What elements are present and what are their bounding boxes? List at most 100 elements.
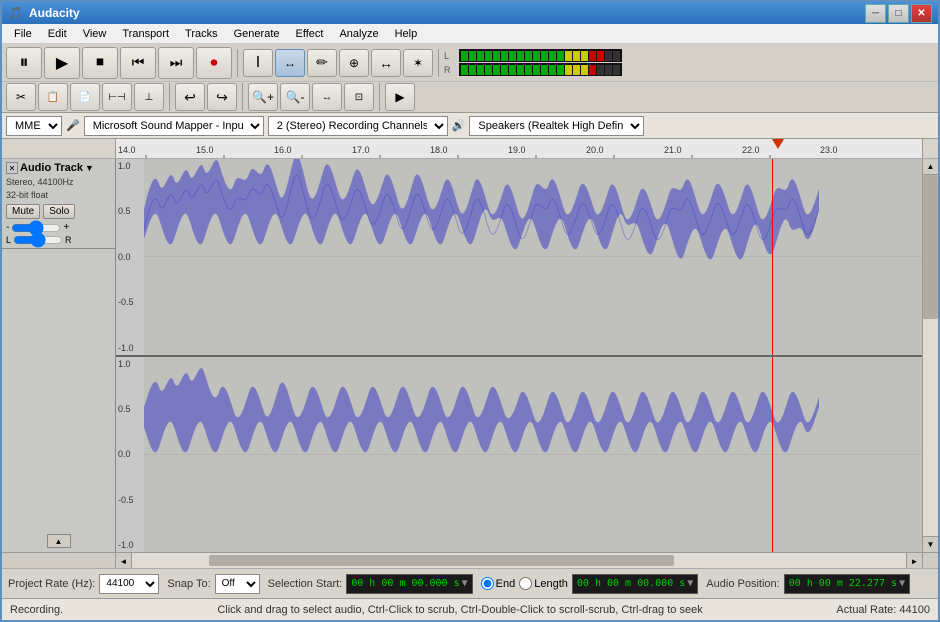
play-button[interactable]: ▶	[44, 47, 80, 79]
audio-pos-display[interactable]: 00 h 00 m 22.277 s ▼	[784, 574, 910, 594]
vu-seg	[493, 51, 500, 61]
hscroll-left-btn[interactable]: ◄	[116, 553, 132, 568]
sel-start-display[interactable]: 00 h 00 m 00.000 s ▼	[346, 574, 472, 594]
copy-button[interactable]: 📋	[38, 83, 68, 111]
hscroll-track[interactable]	[132, 553, 906, 568]
timeshift-tool[interactable]: ↔	[371, 49, 401, 77]
vu-seg	[597, 51, 604, 61]
status-hint: Click and drag to select audio, Ctrl-Cli…	[130, 604, 790, 616]
record-button[interactable]: ⏺	[196, 47, 232, 79]
audio-pos-dropdown[interactable]: ▼	[899, 578, 905, 589]
selection-tool[interactable]: ↔	[275, 49, 305, 77]
menu-analyze[interactable]: Analyze	[331, 24, 386, 43]
zoom-sel-button[interactable]: ⊡	[344, 83, 374, 111]
pause-button[interactable]: ⏸	[6, 47, 42, 79]
title-bar: 🎵 Audacity ─ □ ✕	[2, 2, 938, 24]
sel-end-dropdown[interactable]: ▼	[687, 578, 693, 589]
hscroll-left-spacer	[2, 553, 116, 568]
sel-end-display[interactable]: 00 h 00 m 00.000 s ▼	[572, 574, 698, 594]
draw-tool[interactable]: ✏	[307, 49, 337, 77]
hscroll-right-spacer	[922, 553, 938, 568]
multi-tool[interactable]: ✶	[403, 49, 433, 77]
skip-start-button[interactable]: ⏮	[120, 47, 156, 79]
zoom-in-button[interactable]: 🔍+	[248, 83, 278, 111]
track-info-bits: 32-bit float	[6, 189, 111, 202]
waveform-channel-1[interactable]: 1.0 0.5 0.0 -0.5 -1.0	[116, 159, 922, 357]
menu-edit[interactable]: Edit	[40, 24, 75, 43]
gain-slider[interactable]	[11, 223, 61, 233]
waveform-area: 1.0 0.5 0.0 -0.5 -1.0	[116, 159, 922, 552]
trim-button[interactable]: ⊢⊣	[102, 83, 132, 111]
ibeam-tool[interactable]: I	[243, 49, 273, 77]
channels-select[interactable]: 2 (Stereo) Recording Channels	[268, 116, 448, 136]
vu-seg	[549, 51, 556, 61]
input-device-select[interactable]: Microsoft Sound Mapper - Input	[84, 116, 264, 136]
pan-r-label: R	[65, 235, 72, 245]
project-rate-select[interactable]: 44100	[99, 574, 159, 594]
length-radio-label[interactable]: Length	[519, 577, 568, 590]
track-dropdown-btn[interactable]: ▼	[85, 163, 94, 173]
scroll-thumb[interactable]	[923, 175, 938, 319]
sel-start-label: Selection Start:	[268, 578, 343, 590]
project-rate-label: Project Rate (Hz):	[8, 578, 95, 590]
redo-button[interactable]: ↪	[207, 83, 237, 111]
playhead-marker	[772, 139, 784, 149]
end-label: End	[496, 578, 516, 590]
menu-file[interactable]: File	[6, 24, 40, 43]
gain-plus-label: +	[63, 222, 69, 233]
snap-to-select[interactable]: Off	[215, 574, 260, 594]
collapse-button[interactable]: ▲	[47, 534, 71, 548]
audio-host-select[interactable]: MME	[6, 116, 62, 136]
app-title: Audacity	[29, 6, 80, 20]
track-controls-panel: ✕ Audio Track ▼ Stereo, 44100Hz 32-bit f…	[2, 159, 116, 552]
ruler-svg: 14.0 15.0 16.0 17.0 18.0 19.0 20.0 21.0	[116, 139, 922, 158]
menu-effect[interactable]: Effect	[288, 24, 332, 43]
solo-button[interactable]: Solo	[43, 204, 75, 219]
silence-button[interactable]: ⊥	[134, 83, 164, 111]
cut-button[interactable]: ✂	[6, 83, 36, 111]
zoom-out-button[interactable]: 🔍-	[280, 83, 310, 111]
vu-seg	[533, 51, 540, 61]
track-close-btn[interactable]: ✕	[6, 162, 18, 174]
vu-seg	[517, 65, 524, 75]
zoom-tool[interactable]: ⊕	[339, 49, 369, 77]
vu-left-label: L	[444, 51, 458, 61]
scroll-up-btn[interactable]: ▲	[923, 159, 938, 175]
paste-button[interactable]: 📄	[70, 83, 100, 111]
end-radio[interactable]	[481, 577, 494, 590]
waveform-channel-2[interactable]: 1.0 0.5 0.0 -0.5 -1.0	[116, 357, 922, 553]
output-device-select[interactable]: Speakers (Realtek High Definiti	[469, 116, 644, 136]
vu-seg	[549, 65, 556, 75]
vertical-scrollbar[interactable]: ▲ ▼	[922, 159, 938, 552]
close-button[interactable]: ✕	[911, 4, 932, 23]
menu-transport[interactable]: Transport	[114, 24, 177, 43]
hscroll-right-btn[interactable]: ►	[906, 553, 922, 568]
vu-seg	[493, 65, 500, 75]
menu-help[interactable]: Help	[387, 24, 426, 43]
mute-button[interactable]: Mute	[6, 204, 40, 219]
minimize-button[interactable]: ─	[865, 4, 886, 23]
scroll-down-btn[interactable]: ▼	[923, 536, 938, 552]
stop-button[interactable]: ⏹	[82, 47, 118, 79]
end-radio-label[interactable]: End	[481, 577, 516, 590]
ruler-right-spacer	[922, 139, 938, 158]
zoom-fit-button[interactable]: ↔	[312, 83, 342, 111]
vu-seg	[581, 51, 588, 61]
pan-slider[interactable]	[13, 235, 63, 245]
play-at-speed[interactable]: ▶	[385, 83, 415, 111]
scroll-track[interactable]	[923, 175, 938, 536]
skip-end-button[interactable]: ⏭	[158, 47, 194, 79]
vu-seg	[605, 51, 612, 61]
vu-seg	[509, 51, 516, 61]
maximize-button[interactable]: □	[888, 4, 909, 23]
menu-generate[interactable]: Generate	[226, 24, 288, 43]
menu-bar: File Edit View Transport Tracks Generate…	[2, 24, 938, 44]
vu-seg	[557, 51, 564, 61]
menu-tracks[interactable]: Tracks	[177, 24, 226, 43]
length-label: Length	[534, 578, 568, 590]
menu-view[interactable]: View	[75, 24, 115, 43]
sel-start-dropdown[interactable]: ▼	[462, 578, 468, 589]
undo-button[interactable]: ↩	[175, 83, 205, 111]
hscroll-thumb[interactable]	[209, 555, 673, 566]
length-radio[interactable]	[519, 577, 532, 590]
